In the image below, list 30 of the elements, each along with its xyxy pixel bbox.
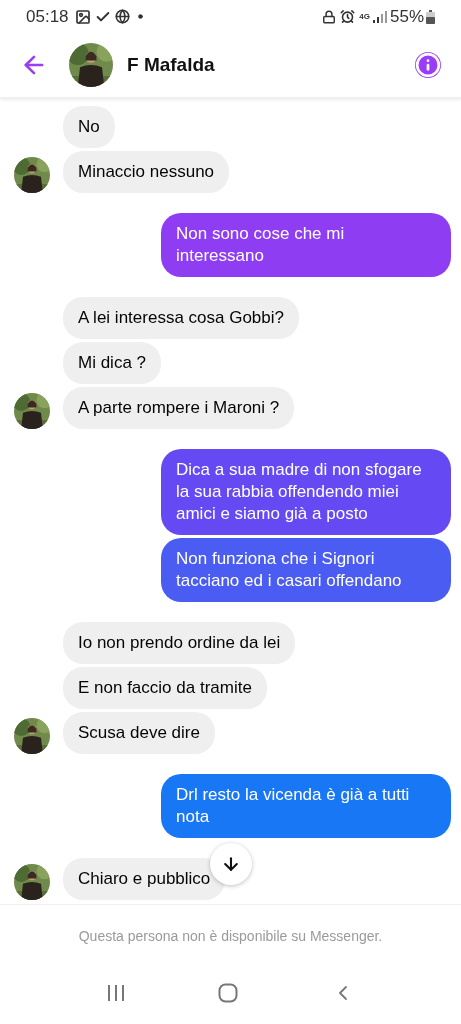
network-type: 4G bbox=[359, 12, 370, 21]
message-bubble: E non faccio da tramite bbox=[63, 667, 267, 709]
message-bubble: No bbox=[63, 106, 115, 148]
message-bubble: A lei interessa cosa Gobbi? bbox=[63, 297, 299, 339]
battery-level: 55% bbox=[389, 5, 424, 28]
signal-icon bbox=[372, 10, 387, 23]
gallery-icon bbox=[74, 8, 91, 25]
message-bubble: Scusa deve dire bbox=[63, 712, 215, 754]
dot-icon bbox=[137, 14, 143, 19]
info-button[interactable] bbox=[415, 52, 441, 78]
alarm-icon bbox=[340, 9, 356, 24]
down-arrow-icon bbox=[221, 854, 241, 874]
unavailable-notice: Questa persona non è disponibile su Messenger. bbox=[78, 927, 383, 946]
home-icon[interactable] bbox=[218, 983, 239, 1003]
scroll-down-button[interactable] bbox=[210, 843, 252, 885]
message-bubble: Minaccio nessuno bbox=[63, 151, 230, 193]
message-bubble: Non funziona che i Signori tacciano ed i casari offendano bbox=[161, 538, 451, 602]
recent-apps-icon[interactable] bbox=[106, 984, 127, 1002]
message-bubble: Chiaro e pubblico bbox=[63, 858, 226, 900]
contact-name: F Mafalda bbox=[127, 52, 215, 77]
message-bubble: Mi dica ? bbox=[63, 342, 162, 384]
message-bubble: Non sono cose che mi interessano bbox=[161, 213, 451, 277]
message-bubble: A parte rompere i Maroni ? bbox=[63, 387, 295, 429]
battery-icon bbox=[426, 9, 435, 24]
globe-icon bbox=[114, 9, 130, 24]
lock-icon bbox=[322, 9, 337, 24]
message-bubble: Dica a sua madre di non sfogare la sua rabbia offendendo miei amici e siamo già a posto bbox=[161, 449, 451, 535]
message-bubble: Io non prendo ordine da lei bbox=[63, 622, 296, 664]
message-bubble: Drl resto la vicenda è già a tutti nota bbox=[161, 774, 451, 838]
status-time: 05:18 bbox=[26, 5, 69, 28]
